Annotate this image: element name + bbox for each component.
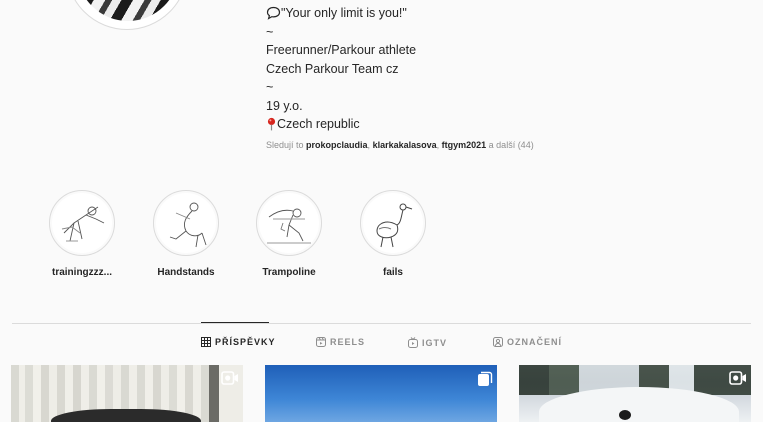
igtv-icon — [408, 337, 418, 348]
highlight-label: trainingzzz... — [52, 267, 112, 278]
bio-role: Freerunner/Parkour athlete — [266, 43, 417, 57]
trampoline-drawing-icon — [259, 193, 319, 253]
post-thumbnail[interactable] — [265, 365, 497, 422]
bio-quote-line: "Your only limit is you!" — [266, 4, 686, 23]
handstand-drawing-icon — [52, 193, 112, 253]
ostrich-drawing-icon — [363, 193, 423, 253]
tagged-icon — [493, 337, 503, 347]
tab-tagged[interactable]: OZNAČENÍ — [493, 337, 562, 347]
profile-bio: "Your only limit is you!" ~ Freerunner/P… — [266, 4, 686, 134]
bio-age: 19 y.o. — [266, 98, 303, 113]
highlight-label: Trampoline — [262, 267, 316, 278]
followed-by-user[interactable]: ftgym2021 — [442, 140, 487, 150]
profile-avatar-container — [66, 0, 188, 30]
bio-location: Czech republic — [277, 117, 360, 131]
story-highlights: trainingzzz... Handstands Trampoline fai… — [44, 190, 464, 286]
post-thumbnail[interactable] — [519, 365, 751, 422]
tab-label: REELS — [330, 337, 366, 347]
followed-by-suffix: a další (44) — [486, 140, 534, 150]
followed-by-user[interactable]: prokopclaudia — [306, 140, 368, 150]
tab-posts[interactable]: PŘÍSPĚVKY — [201, 337, 276, 347]
followed-by-prefix: Sledují to — [266, 140, 307, 150]
speech-bubble-icon — [266, 7, 281, 21]
grid-icon — [201, 337, 211, 347]
highlight-fails[interactable]: fails — [357, 190, 429, 278]
profile-tabs: PŘÍSPĚVKY REELS IGTV OZNAČENÍ — [0, 337, 763, 351]
post-image-detail — [619, 410, 631, 420]
round-pushpin-icon — [267, 118, 276, 131]
tab-label: OZNAČENÍ — [507, 337, 562, 347]
bio-quote: "Your only limit is you!" — [281, 6, 407, 20]
bio-team: Czech Parkour Team cz — [266, 61, 399, 76]
video-camera-icon — [221, 371, 238, 385]
tabs-divider — [12, 323, 751, 324]
highlight-trainingzzz[interactable]: trainingzzz... — [46, 190, 118, 278]
highlight-ring — [256, 190, 322, 256]
post-thumbnail[interactable] — [11, 365, 243, 422]
multiple-photos-icon — [478, 371, 493, 386]
highlight-label: fails — [382, 267, 403, 278]
backbend-drawing-icon — [156, 193, 216, 253]
tab-reels[interactable]: REELS — [316, 337, 365, 347]
followed-by-user[interactable]: klarkakalasova — [373, 140, 437, 150]
avatar-image — [77, 0, 179, 21]
highlight-ring — [360, 190, 426, 256]
tab-label: IGTV — [422, 337, 448, 348]
tab-igtv[interactable]: IGTV — [408, 337, 447, 348]
followed-by[interactable]: Sledují to prokopclaudia, klarkakalasova… — [266, 140, 534, 150]
tab-label: PŘÍSPĚVKY — [215, 337, 276, 347]
highlight-handstands[interactable]: Handstands — [150, 190, 222, 278]
reels-icon — [316, 337, 326, 347]
highlight-ring — [153, 190, 219, 256]
highlight-trampoline[interactable]: Trampoline — [253, 190, 325, 278]
bio-separator: ~ — [266, 80, 274, 94]
post-image-detail — [209, 365, 219, 422]
highlight-label: Handstands — [157, 267, 215, 278]
video-camera-icon — [729, 371, 746, 385]
highlight-ring — [49, 190, 115, 256]
bio-separator: ~ — [266, 24, 274, 39]
post-image-detail — [51, 409, 201, 422]
bio-location-line: Czech republic — [266, 115, 686, 134]
active-tab-indicator — [201, 322, 269, 323]
avatar[interactable] — [66, 0, 188, 30]
